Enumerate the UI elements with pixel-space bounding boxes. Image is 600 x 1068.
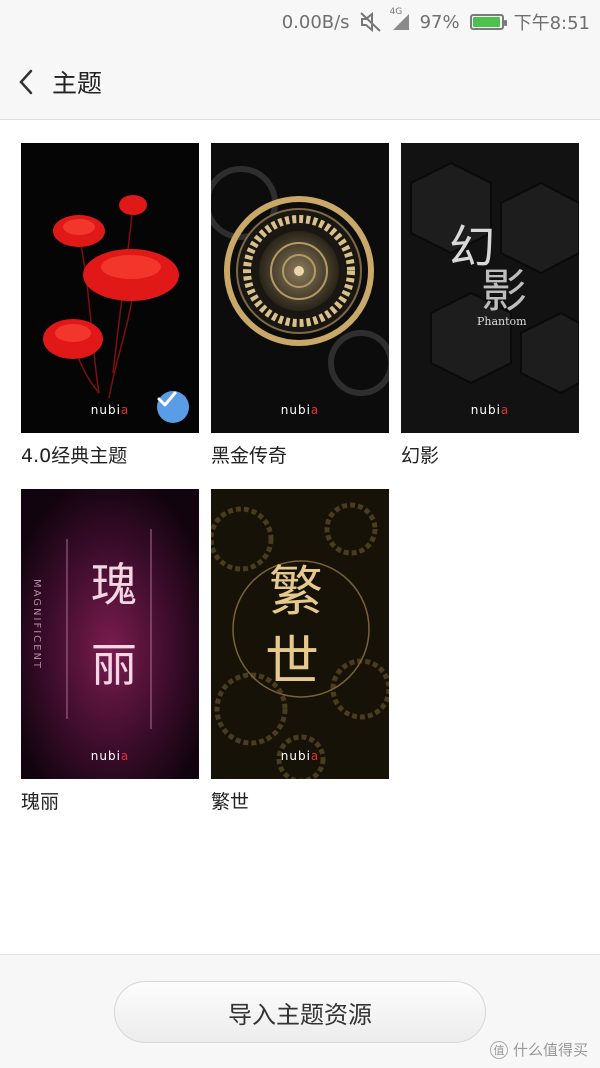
battery-percent: 97%	[419, 11, 460, 33]
theme-thumbnail: 幻 影 Phantom nubia	[401, 143, 579, 433]
theme-card-black-gold[interactable]: nubia 黑金传奇	[211, 143, 389, 468]
app-header: 主题	[0, 44, 600, 120]
selected-check-icon	[157, 391, 189, 423]
theme-thumbnail: nubia	[21, 143, 199, 433]
art-text-secondary: 影	[481, 264, 527, 318]
chevron-left-icon	[19, 69, 33, 94]
red-flowers-art	[21, 143, 199, 433]
theme-card-magnificent[interactable]: 瑰 丽 MAGNIFICENT nubia 瑰丽	[21, 489, 199, 814]
theme-label: 繁世	[211, 791, 250, 813]
nubia-logo: nubia	[470, 403, 510, 417]
battery-icon	[469, 14, 507, 30]
art-text-primary: 繁	[269, 560, 323, 623]
theme-card-phantom[interactable]: 幻 影 Phantom nubia 幻影	[401, 143, 579, 468]
art-subtitle: MAGNIFICENT	[31, 578, 43, 671]
mute-icon	[359, 12, 382, 32]
signal-icon: 4G	[390, 7, 410, 31]
network-speed: 0.00B/s	[281, 11, 350, 33]
theme-label: 黑金传奇	[211, 445, 288, 467]
art-text-primary: 瑰	[91, 558, 137, 612]
nubia-logo: nubia	[90, 749, 130, 763]
back-button[interactable]	[0, 44, 52, 120]
page-title: 主题	[52, 68, 103, 98]
gear-clock-art	[211, 143, 389, 433]
theme-card-classic[interactable]: nubia 4.0经典主题	[21, 143, 199, 468]
nubia-logo: nubia	[280, 749, 320, 763]
bottom-bar: 导入主题资源 值 什么值得买	[0, 954, 600, 1068]
clock: 下午8:51	[513, 13, 590, 34]
smzdm-logo-icon: 值	[489, 1040, 508, 1059]
import-theme-button[interactable]: 导入主题资源	[114, 981, 486, 1043]
theme-card-prosperity[interactable]: 繁 世 nubia 繁世	[211, 489, 389, 814]
nubia-logo: nubia	[280, 403, 320, 417]
art-text-secondary: 世	[265, 630, 319, 693]
art-text-secondary: 丽	[91, 638, 137, 692]
watermark: 值 什么值得买	[489, 1039, 588, 1060]
theme-thumbnail: nubia	[211, 143, 389, 433]
theme-label: 瑰丽	[21, 791, 60, 813]
art-subtitle: Phantom	[477, 315, 527, 328]
theme-thumbnail: 瑰 丽 MAGNIFICENT nubia	[21, 489, 199, 779]
status-bar: 0.00B/s 4G 97% 下午8:51	[0, 0, 600, 44]
theme-label: 幻影	[401, 445, 440, 467]
theme-label: 4.0经典主题	[21, 445, 128, 467]
theme-thumbnail: 繁 世 nubia	[211, 489, 389, 779]
